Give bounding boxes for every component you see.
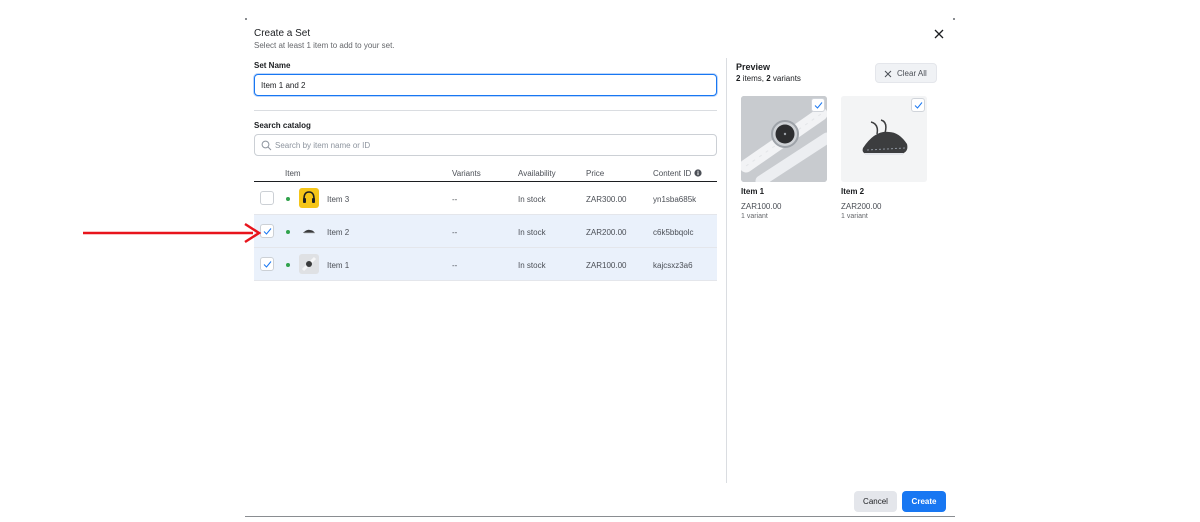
preview-items-word: items, bbox=[740, 74, 767, 83]
card-item-price: ZAR200.00 bbox=[841, 202, 882, 211]
clear-all-button[interactable]: Clear All bbox=[875, 63, 937, 83]
table-row[interactable]: Item 2 -- In stock ZAR200.00 c6k5bbqolc bbox=[254, 215, 717, 248]
preview-variants-word: variants bbox=[770, 74, 801, 83]
item-price: ZAR300.00 bbox=[586, 195, 627, 204]
headphones-icon bbox=[299, 188, 319, 208]
dialog-title: Create a Set bbox=[254, 28, 311, 39]
column-header-availability: Availability bbox=[518, 169, 556, 178]
set-name-label: Set Name bbox=[254, 61, 291, 70]
preview-title: Preview bbox=[736, 62, 771, 72]
search-input[interactable] bbox=[275, 137, 705, 153]
item-name: Item 2 bbox=[327, 228, 350, 237]
column-header-price: Price bbox=[586, 169, 605, 178]
item-availability: In stock bbox=[518, 228, 546, 237]
item-variants: -- bbox=[452, 261, 458, 270]
info-icon[interactable] bbox=[694, 169, 703, 177]
item-content-id: yn1sba685k bbox=[653, 195, 697, 204]
modal-bottom-border bbox=[245, 516, 955, 517]
card-item-name: Item 2 bbox=[841, 187, 865, 196]
item-price: ZAR100.00 bbox=[586, 261, 627, 270]
catalog-table: Item Variants Availability Price Content… bbox=[254, 164, 717, 281]
card-item-price: ZAR100.00 bbox=[741, 202, 782, 211]
table-header: Item Variants Availability Price Content… bbox=[254, 164, 717, 182]
item-name: Item 1 bbox=[327, 261, 350, 270]
card-item-name: Item 1 bbox=[741, 187, 765, 196]
sneaker-icon bbox=[299, 221, 319, 241]
annotation-arrow-icon bbox=[83, 222, 262, 244]
clear-all-label: Clear All bbox=[897, 69, 927, 78]
modal-corner-top-left bbox=[245, 18, 247, 20]
card-item-variant: 1 variant bbox=[741, 213, 768, 220]
close-icon bbox=[934, 29, 944, 39]
row-checkbox[interactable] bbox=[260, 191, 274, 205]
item-content-id: kajcsxz3a6 bbox=[653, 261, 693, 270]
search-box[interactable] bbox=[254, 134, 717, 156]
row-checkbox[interactable] bbox=[260, 257, 274, 271]
in-stock-status-dot bbox=[286, 263, 290, 267]
checkmark-icon bbox=[263, 261, 272, 268]
item-availability: In stock bbox=[518, 195, 546, 204]
create-button[interactable]: Create bbox=[902, 491, 946, 512]
table-row[interactable]: Item 1 -- In stock ZAR100.00 kajcsxz3a6 bbox=[254, 248, 717, 281]
card-item-variant: 1 variant bbox=[841, 213, 868, 220]
column-header-variants: Variants bbox=[452, 169, 481, 178]
card-checkbox[interactable] bbox=[911, 98, 925, 112]
section-divider bbox=[254, 110, 717, 111]
modal-corner-top-right bbox=[953, 18, 955, 20]
close-button[interactable] bbox=[930, 25, 948, 43]
cancel-button[interactable]: Cancel bbox=[854, 491, 897, 512]
set-name-input[interactable] bbox=[254, 74, 717, 96]
checkmark-icon bbox=[263, 228, 272, 235]
dialog-subtitle: Select at least 1 item to add to your se… bbox=[254, 41, 395, 50]
panel-divider bbox=[726, 58, 727, 483]
item-price: ZAR200.00 bbox=[586, 228, 627, 237]
in-stock-status-dot bbox=[286, 230, 290, 234]
item-variants: -- bbox=[452, 228, 458, 237]
card-checkbox[interactable] bbox=[811, 98, 825, 112]
column-header-item: Item bbox=[285, 169, 301, 178]
column-header-content-id-label: Content ID bbox=[653, 169, 692, 178]
item-content-id: c6k5bbqolc bbox=[653, 228, 694, 237]
search-icon bbox=[261, 140, 272, 151]
item-name: Item 3 bbox=[327, 195, 350, 204]
checkmark-icon bbox=[914, 102, 923, 109]
in-stock-status-dot bbox=[286, 197, 290, 201]
table-row[interactable]: Item 3 -- In stock ZAR300.00 yn1sba685k bbox=[254, 182, 717, 215]
item-availability: In stock bbox=[518, 261, 546, 270]
close-icon bbox=[884, 70, 892, 78]
preview-summary: 2 items, 2 variants bbox=[736, 74, 801, 83]
checkmark-icon bbox=[814, 102, 823, 109]
watch-icon bbox=[299, 254, 319, 274]
search-catalog-label: Search catalog bbox=[254, 121, 311, 130]
column-header-content-id: Content ID bbox=[653, 169, 703, 178]
item-variants: -- bbox=[452, 195, 458, 204]
